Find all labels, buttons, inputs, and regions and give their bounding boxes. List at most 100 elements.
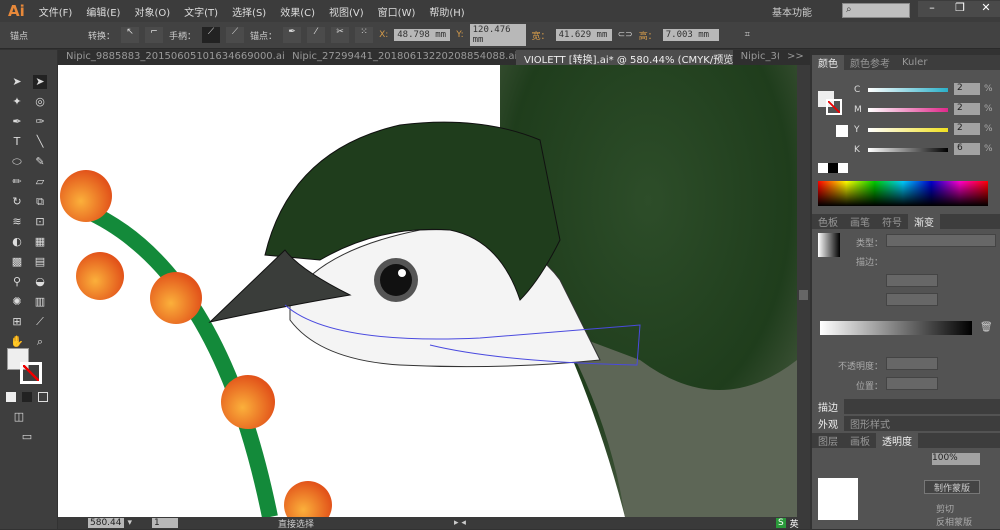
menu-window[interactable]: 窗口(W) <box>378 4 416 19</box>
line-tool-icon[interactable]: ╲ <box>33 135 47 149</box>
minimize-button[interactable]: – <box>918 1 946 17</box>
ime-icon[interactable]: S <box>775 518 786 528</box>
opacity-field[interactable]: 100% <box>932 453 980 465</box>
tab-doc-2[interactable]: Nipic_27299441_20180613220208854088.ai* … <box>284 50 516 65</box>
mesh-icon[interactable]: ▩ <box>10 255 24 269</box>
menu-help[interactable]: 帮助(H) <box>429 4 464 19</box>
color-mode-icon[interactable] <box>6 392 16 402</box>
clip-checkbox[interactable]: 剪切 <box>936 502 954 515</box>
tab-doc-1[interactable]: Nipic_9885883_20150605101634669000.ai* × <box>58 50 284 65</box>
none-swatch[interactable] <box>818 163 828 173</box>
last-color-swatch[interactable] <box>836 125 848 137</box>
ime-language[interactable]: 英 <box>790 517 799 530</box>
tabs-overflow-button[interactable]: >> <box>779 50 810 65</box>
menu-select[interactable]: 选择(S) <box>232 4 266 19</box>
slice-icon[interactable]: ⟋ <box>33 315 47 329</box>
tab-appearance[interactable]: 外观 <box>812 416 844 431</box>
height-field[interactable]: 7.003 mm <box>662 29 719 41</box>
type-dropdown[interactable] <box>886 234 996 247</box>
gradient-slider[interactable] <box>820 321 972 335</box>
menu-view[interactable]: 视图(V) <box>329 4 364 19</box>
channel-value[interactable]: 2 <box>954 123 980 135</box>
tab-color-guide[interactable]: 颜色参考 <box>844 55 896 70</box>
curvature-icon[interactable]: ✑ <box>33 115 47 129</box>
menu-object[interactable]: 对象(O) <box>134 4 170 19</box>
lasso-icon[interactable]: ◎ <box>33 95 47 109</box>
menu-effect[interactable]: 效果(C) <box>280 4 315 19</box>
tab-artboards[interactable]: 画板 <box>844 433 876 448</box>
draw-mode-icon[interactable]: ◫ <box>12 410 26 424</box>
isolate-icon[interactable]: ⌗ <box>745 30 750 40</box>
tab-brushes[interactable]: 画笔 <box>844 214 876 229</box>
gradient-preview[interactable] <box>818 233 840 257</box>
close-button[interactable]: ✕ <box>972 1 1000 17</box>
menu-type[interactable]: 文字(T) <box>184 4 218 19</box>
stroke-color-swatch[interactable] <box>826 99 842 115</box>
eyedropper-icon[interactable]: ⚲ <box>10 275 24 289</box>
connect-icon[interactable]: ⁄ <box>307 27 326 43</box>
workspace-switcher[interactable]: 基本功能 <box>772 4 812 19</box>
direct-selection-tool-icon[interactable]: ➤ <box>33 75 47 89</box>
cut-path-icon[interactable]: ✂ <box>331 27 350 43</box>
convert-smooth-icon[interactable]: ⌐ <box>145 27 164 43</box>
blend-icon[interactable]: ◒ <box>33 275 47 289</box>
tab-color[interactable]: 颜色 <box>812 55 844 70</box>
hide-handles-icon[interactable]: ⟋ <box>226 27 245 43</box>
selection-tool-icon[interactable]: ➤ <box>10 75 24 89</box>
perspective-icon[interactable]: ▦ <box>33 235 47 249</box>
hand-icon[interactable]: ✋ <box>10 335 24 349</box>
make-mask-button[interactable]: 制作蒙版 <box>924 480 980 494</box>
free-transform-icon[interactable]: ⊡ <box>33 215 47 229</box>
magic-wand-icon[interactable]: ✦ <box>10 95 24 109</box>
tab-layers[interactable]: 图层 <box>812 433 844 448</box>
artboard-canvas[interactable] <box>58 65 797 517</box>
zoom-dropdown-icon[interactable]: ▾ <box>128 518 133 528</box>
stroke-swatch[interactable] <box>20 362 42 384</box>
artboard-icon[interactable]: ⊞ <box>10 315 24 329</box>
black-swatch[interactable] <box>828 163 838 173</box>
vertical-scrollbar[interactable] <box>797 65 810 517</box>
none-mode-icon[interactable] <box>38 392 48 402</box>
gradient-tool-icon[interactable]: ▤ <box>33 255 47 269</box>
rotate-icon[interactable]: ↻ <box>10 195 24 209</box>
tab-symbols[interactable]: 符号 <box>876 214 908 229</box>
channel-slider[interactable] <box>868 128 948 132</box>
tab-doc-violett[interactable]: VIOLETT [转换].ai* @ 580.44% (CMYK/预览) × <box>515 50 733 65</box>
channel-value[interactable]: 2 <box>954 83 980 95</box>
width-tool-icon[interactable]: ≋ <box>10 215 24 229</box>
menu-file[interactable]: 文件(F) <box>39 4 73 19</box>
tab-stroke[interactable]: 描边 <box>812 399 844 414</box>
screen-mode-icon[interactable]: ▭ <box>20 430 34 444</box>
delete-stop-icon[interactable]: 🗑 <box>980 322 993 333</box>
invert-mask-checkbox[interactable]: 反相蒙版 <box>936 515 972 528</box>
angle-dropdown[interactable] <box>886 274 938 287</box>
reference-point-icon[interactable]: ⁙ <box>355 27 374 43</box>
opacity-dropdown[interactable] <box>886 357 938 370</box>
pen-tool-icon[interactable]: ✒ <box>10 115 24 129</box>
width-field[interactable]: 41.629 mm <box>555 29 612 41</box>
symbol-sprayer-icon[interactable]: ✺ <box>10 295 24 309</box>
gradient-mode-icon[interactable] <box>22 392 32 402</box>
pencil-icon[interactable]: ✏ <box>10 175 24 189</box>
x-field[interactable]: 48.798 mm <box>394 29 451 41</box>
convert-corner-icon[interactable]: ↖ <box>121 27 140 43</box>
graph-icon[interactable]: ▥ <box>33 295 47 309</box>
channel-slider[interactable] <box>868 108 948 112</box>
search-input[interactable]: ⌕ <box>842 3 910 18</box>
channel-slider[interactable] <box>868 148 948 152</box>
status-menu-icon[interactable]: ▸ ◂ <box>454 518 466 528</box>
brush-icon[interactable]: ✎ <box>33 155 47 169</box>
ellipse-tool-icon[interactable]: ⬭ <box>10 155 24 169</box>
eraser-icon[interactable]: ▱ <box>33 175 47 189</box>
page-field[interactable]: 1 <box>152 518 179 528</box>
channel-slider[interactable] <box>868 88 948 92</box>
tab-graphic-styles[interactable]: 图形样式 <box>844 416 896 431</box>
color-spectrum[interactable] <box>818 181 988 206</box>
tab-doc-4[interactable]: Nipic_3( <box>733 50 779 65</box>
channel-value[interactable]: 6 <box>954 143 980 155</box>
tab-swatches[interactable]: 色板 <box>812 214 844 229</box>
restore-button[interactable]: ❐ <box>946 1 974 17</box>
menu-edit[interactable]: 编辑(E) <box>86 4 120 19</box>
show-handles-icon[interactable]: ⟋ <box>202 27 221 43</box>
channel-value[interactable]: 2 <box>954 103 980 115</box>
